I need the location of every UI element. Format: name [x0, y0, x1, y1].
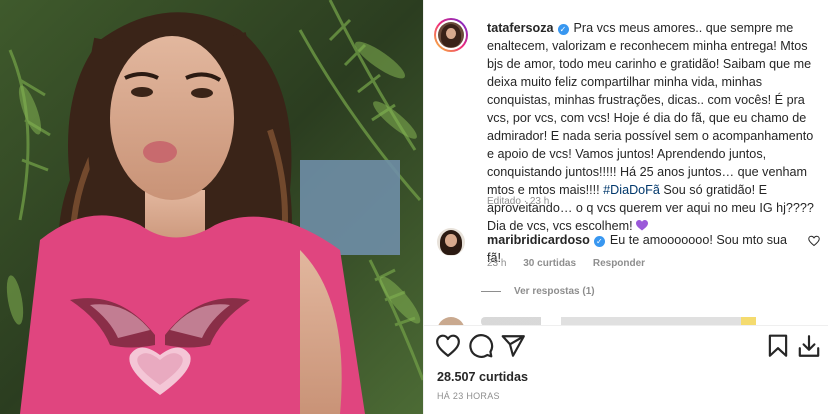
- posted-time: HÁ 23 HORAS: [437, 391, 500, 401]
- edited-time: 23 h: [529, 196, 550, 207]
- purple-heart-icon: [636, 220, 649, 231]
- caption-meta: Editado · 23 h: [487, 196, 550, 207]
- post-panel: tatafersoza ✓ Pra vcs meus amores.. que se…: [424, 0, 828, 414]
- verified-badge-icon: ✓: [593, 236, 605, 247]
- likes-count[interactable]: 28.507 curtidas: [437, 370, 528, 384]
- speech-bubble-icon[interactable]: [468, 333, 494, 359]
- download-icon[interactable]: [796, 333, 822, 359]
- author-username[interactable]: tatafersoza: [487, 21, 554, 35]
- actions-divider: [424, 325, 828, 326]
- heart-outline-icon[interactable]: [435, 333, 461, 359]
- post-photo: [0, 0, 423, 414]
- comment-time: 23 h: [487, 258, 507, 269]
- view-replies-button[interactable]: Ver respostas (1): [481, 286, 595, 297]
- commenter-avatar[interactable]: [437, 228, 465, 256]
- post-image[interactable]: [0, 0, 423, 414]
- paper-plane-icon[interactable]: [500, 333, 526, 359]
- bookmark-icon[interactable]: [765, 333, 791, 359]
- comment-meta: 23 h 30 curtidas Responder: [487, 258, 659, 269]
- small-heart-icon[interactable]: [808, 235, 820, 247]
- comment-likes[interactable]: 30 curtidas: [523, 258, 576, 269]
- view-replies-label: Ver respostas (1): [514, 286, 595, 297]
- commenter-username[interactable]: maribridicardoso: [487, 233, 590, 247]
- edited-label: Editado: [487, 196, 521, 207]
- author-avatar[interactable]: [434, 18, 468, 52]
- action-bar: [424, 333, 828, 361]
- caption-text: Pra vcs meus amores.. que sempre me enal…: [487, 21, 814, 197]
- replies-line: [481, 291, 501, 292]
- hashtag-link[interactable]: #DiaDoFã: [603, 183, 660, 197]
- reply-button[interactable]: Responder: [593, 258, 645, 269]
- verified-badge-icon: ✓: [557, 24, 569, 35]
